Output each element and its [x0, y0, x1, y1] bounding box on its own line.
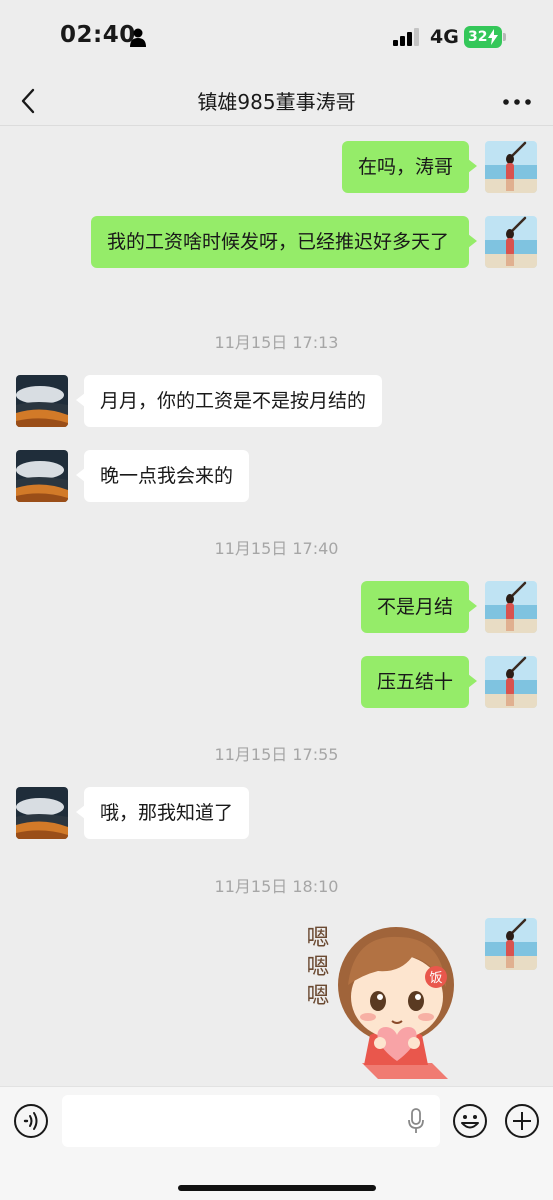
message-bubble-theirs[interactable]: 哦，那我知道了	[75, 787, 250, 839]
message-bubble-mine[interactable]: 在吗，涛哥	[341, 141, 478, 193]
sticker-text: 嗯	[307, 954, 330, 980]
status-bar: 02:40 4G 32	[0, 0, 553, 76]
message-text: 在吗，涛哥	[357, 156, 453, 178]
battery-tip	[503, 33, 506, 41]
message-bubble-mine[interactable]: 压五结十	[360, 656, 478, 708]
message-input[interactable]	[62, 1095, 440, 1147]
charging-bolt-icon	[488, 29, 498, 45]
sticker-text: 嗯	[307, 983, 330, 1009]
person-icon	[130, 28, 146, 47]
contact-avatar[interactable]	[16, 787, 68, 839]
status-time: 02:40	[60, 22, 136, 48]
battery-icon: 32	[464, 26, 506, 48]
home-indicator	[178, 1185, 376, 1191]
message-text: 压五结十	[376, 671, 453, 693]
my-avatar[interactable]	[485, 216, 537, 268]
contact-avatar[interactable]	[16, 450, 68, 502]
nav-bar: 镇雄985董事涛哥	[0, 76, 553, 126]
message-bubble-mine[interactable]: 不是月结	[360, 581, 478, 633]
message-timestamp: 11月15日 17:55	[214, 745, 339, 764]
message-text: 晚一点我会来的	[100, 465, 234, 487]
sticker-text: 嗯	[307, 925, 330, 951]
my-avatar[interactable]	[485, 141, 537, 193]
my-avatar[interactable]	[485, 918, 537, 970]
girl-holding-heart-sticker[interactable]: 嗯 嗯 嗯 饭	[300, 915, 460, 1085]
my-avatar[interactable]	[485, 656, 537, 708]
message-text: 哦，那我知道了	[100, 802, 234, 824]
message-bubble-theirs[interactable]: 晚一点我会来的	[75, 450, 250, 502]
network-type: 4G	[430, 26, 459, 48]
sticker-badge-text: 饭	[429, 971, 442, 986]
message-bubble-theirs[interactable]: 月月，你的工资是不是按月结的	[75, 375, 383, 427]
message-text: 我的工资啥时候发呀，已经推迟好多天了	[107, 231, 450, 253]
voice-input-icon[interactable]	[13, 1103, 49, 1139]
message-text: 不是月结	[376, 596, 453, 618]
message-timestamp: 11月15日 18:10	[214, 877, 339, 896]
signal-icon	[393, 28, 419, 46]
chat-title: 镇雄985董事涛哥	[197, 90, 356, 114]
contact-avatar[interactable]	[16, 375, 68, 427]
message-text: 月月，你的工资是不是按月结的	[100, 390, 367, 412]
my-avatar[interactable]	[485, 581, 537, 633]
message-bubble-mine[interactable]: 我的工资啥时候发呀，已经推迟好多天了	[91, 216, 477, 268]
more-icon[interactable]	[497, 88, 537, 116]
message-timestamp: 11月15日 17:40	[214, 539, 339, 558]
plus-icon[interactable]	[504, 1103, 540, 1139]
message-timestamp: 11月15日 17:13	[214, 333, 339, 352]
mic-icon[interactable]	[406, 1107, 426, 1135]
input-bar	[0, 1086, 553, 1200]
emoji-icon[interactable]	[452, 1103, 488, 1139]
